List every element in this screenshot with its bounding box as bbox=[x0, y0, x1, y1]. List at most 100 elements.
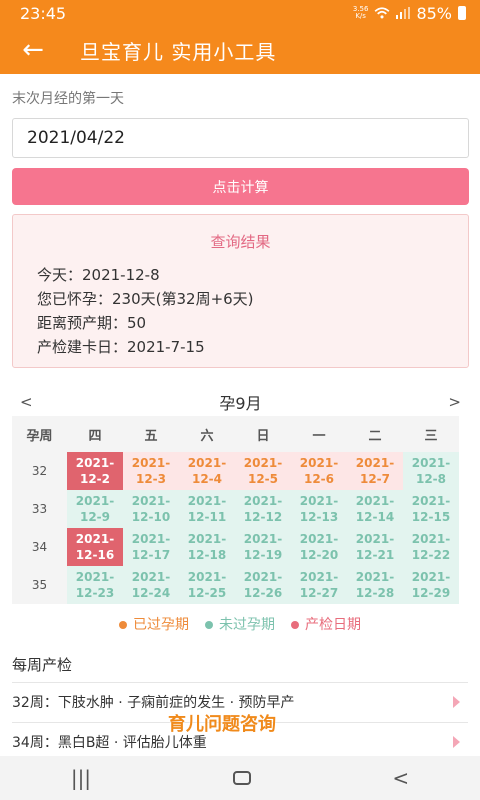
calendar-day-cell[interactable]: 2021- 12-6 bbox=[291, 452, 347, 490]
calendar-day-cell[interactable]: 2021- 12-27 bbox=[291, 566, 347, 604]
calendar-day-cell[interactable]: 2021- 12-17 bbox=[123, 528, 179, 566]
day-year: 2021- bbox=[243, 532, 283, 546]
calendar-day-cell[interactable]: 2021- 12-26 bbox=[235, 566, 291, 604]
day-year: 2021- bbox=[131, 570, 171, 584]
app-bar: ← 旦宝育儿 实用小工具 bbox=[0, 26, 480, 74]
calendar-day-cell[interactable]: 2021- 12-2 bbox=[67, 452, 123, 490]
calendar-week-row: 35 2021- 12-23 2021- 12-24 2021- 12-25 2021- 12-… bbox=[12, 566, 459, 604]
calendar-day-cell[interactable]: 2021- 12-5 bbox=[235, 452, 291, 490]
battery-icon bbox=[458, 6, 466, 20]
speed-unit: K/s bbox=[355, 12, 366, 20]
calendar-day-cell[interactable]: 2021- 12-7 bbox=[347, 452, 403, 490]
day-date: 12-12 bbox=[243, 510, 283, 524]
calendar-day-cell[interactable]: 2021- 12-22 bbox=[403, 528, 459, 566]
day-date: 12-15 bbox=[411, 510, 451, 524]
header-thu: 四 bbox=[67, 416, 123, 452]
back-icon[interactable]: < bbox=[392, 766, 409, 790]
day-date: 12-26 bbox=[243, 586, 283, 600]
header-sat: 六 bbox=[179, 416, 235, 452]
calendar-week-row: 33 2021- 12-9 2021- 12-10 2021- 12-11 2021- 12-1… bbox=[12, 490, 459, 528]
calendar-day-cell[interactable]: 2021- 12-24 bbox=[123, 566, 179, 604]
day-date: 12-24 bbox=[131, 586, 171, 600]
prev-month-icon[interactable]: < bbox=[12, 393, 41, 411]
weekly-item-label: 32周：下肢水肿 · 子痫前症的发生 · 预防早产 bbox=[12, 695, 295, 711]
app-title: 旦宝育儿 实用小工具 bbox=[80, 39, 277, 64]
back-arrow-icon[interactable]: ← bbox=[0, 26, 66, 74]
day-date: 12-17 bbox=[131, 548, 171, 562]
day-year: 2021- bbox=[187, 570, 227, 584]
lmp-label: 末次月经的第一天 bbox=[12, 91, 124, 107]
day-year: 2021- bbox=[411, 494, 451, 508]
week-number: 35 bbox=[12, 566, 67, 604]
next-month-icon[interactable]: > bbox=[440, 393, 469, 411]
network-speed: 3.56 K/s bbox=[353, 6, 369, 20]
calendar-day-cell[interactable]: 2021- 12-16 bbox=[67, 528, 123, 566]
day-year: 2021- bbox=[131, 494, 171, 508]
calendar-day-cell[interactable]: 2021- 12-25 bbox=[179, 566, 235, 604]
day-date: 12-27 bbox=[299, 586, 339, 600]
calendar-day-cell[interactable]: 2021- 12-8 bbox=[403, 452, 459, 490]
header-mon: 一 bbox=[291, 416, 347, 452]
day-year: 2021- bbox=[131, 456, 171, 470]
day-date: 12-13 bbox=[299, 510, 339, 524]
header-sun: 日 bbox=[235, 416, 291, 452]
calendar-day-cell[interactable]: 2021- 12-13 bbox=[291, 490, 347, 528]
result-days-to-due: 距离预产期：50 bbox=[37, 314, 147, 332]
legend-past-dot bbox=[119, 621, 127, 629]
calendar-day-cell[interactable]: 2021- 12-18 bbox=[179, 528, 235, 566]
calendar-day-cell[interactable]: 2021- 12-14 bbox=[347, 490, 403, 528]
calculate-button[interactable]: 点击计算 bbox=[12, 168, 469, 205]
status-time: 23:45 bbox=[20, 3, 67, 23]
calendar-day-cell[interactable]: 2021- 12-3 bbox=[123, 452, 179, 490]
day-year: 2021- bbox=[243, 456, 283, 470]
header-week: 孕周 bbox=[12, 416, 67, 452]
calendar-header: < 孕9月 > bbox=[12, 388, 469, 416]
calendar-day-cell[interactable]: 2021- 12-9 bbox=[67, 490, 123, 528]
day-date: 12-11 bbox=[187, 510, 227, 524]
day-year: 2021- bbox=[243, 494, 283, 508]
calendar-day-cell[interactable]: 2021- 12-15 bbox=[403, 490, 459, 528]
day-year: 2021- bbox=[75, 456, 115, 470]
day-date: 12-5 bbox=[247, 472, 279, 486]
recents-icon[interactable]: ||| bbox=[71, 766, 91, 790]
lmp-date-input[interactable] bbox=[12, 118, 469, 158]
day-year: 2021- bbox=[411, 532, 451, 546]
calendar-day-cell[interactable]: 2021- 12-29 bbox=[403, 566, 459, 604]
day-date: 12-10 bbox=[131, 510, 171, 524]
calendar-day-cell[interactable]: 2021- 12-23 bbox=[67, 566, 123, 604]
result-today: 今天：2021-12-8 bbox=[37, 266, 160, 284]
calendar-day-cell[interactable]: 2021- 12-21 bbox=[347, 528, 403, 566]
day-year: 2021- bbox=[299, 532, 339, 546]
calendar-day-cell[interactable]: 2021- 12-19 bbox=[235, 528, 291, 566]
calendar-day-cell[interactable]: 2021- 12-11 bbox=[179, 490, 235, 528]
calendar-day-cell[interactable]: 2021- 12-28 bbox=[347, 566, 403, 604]
day-year: 2021- bbox=[299, 456, 339, 470]
day-year: 2021- bbox=[299, 570, 339, 584]
system-nav-bar: ||| < bbox=[0, 756, 480, 800]
day-date: 12-28 bbox=[355, 586, 395, 600]
calendar-day-cell[interactable]: 2021- 12-20 bbox=[291, 528, 347, 566]
day-date: 12-14 bbox=[355, 510, 395, 524]
header-tue: 二 bbox=[347, 416, 403, 452]
pregnancy-calendar: 孕周 四 五 六 日 一 二 三 32 2021- 12-2 2021- 12-3 202… bbox=[12, 416, 459, 604]
calendar-day-cell[interactable]: 2021- 12-10 bbox=[123, 490, 179, 528]
header-wed: 三 bbox=[403, 416, 459, 452]
calendar-week-row: 32 2021- 12-2 2021- 12-3 2021- 12-4 2021- 12-5 20… bbox=[12, 452, 459, 490]
legend-exam-dot bbox=[291, 621, 299, 629]
day-date: 12-16 bbox=[75, 548, 115, 562]
calendar-day-cell[interactable]: 2021- 12-4 bbox=[179, 452, 235, 490]
weekly-checkup-title: 每周产检 bbox=[12, 656, 73, 674]
day-year: 2021- bbox=[243, 570, 283, 584]
parenting-consult-link[interactable]: 育儿问题咨询 bbox=[168, 710, 276, 736]
week-number: 33 bbox=[12, 490, 67, 528]
day-year: 2021- bbox=[299, 494, 339, 508]
home-icon[interactable] bbox=[232, 771, 251, 785]
legend-exam: 产检日期 bbox=[291, 614, 361, 634]
result-panel: 查询结果 今天：2021-12-8 您已怀孕：230天(第32周+6天) 距离预… bbox=[12, 214, 469, 368]
day-year: 2021- bbox=[355, 456, 395, 470]
calendar-day-cell[interactable]: 2021- 12-12 bbox=[235, 490, 291, 528]
result-title: 查询结果 bbox=[210, 233, 271, 251]
day-year: 2021- bbox=[355, 570, 395, 584]
day-date: 12-3 bbox=[135, 472, 167, 486]
status-bar: 23:45 3.56 K/s 85% bbox=[0, 0, 480, 26]
